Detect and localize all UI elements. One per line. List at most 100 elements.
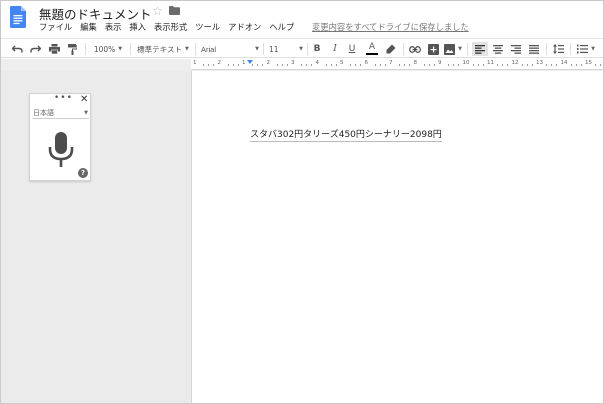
ruler-tick bbox=[531, 64, 533, 66]
toolbar-separator bbox=[403, 43, 404, 55]
text-color-bar bbox=[366, 53, 378, 55]
style-value: 標準テキスト bbox=[137, 44, 182, 54]
ruler-tick bbox=[433, 64, 435, 66]
paint-format-icon[interactable] bbox=[65, 42, 79, 56]
ruler-number: 4 bbox=[315, 60, 320, 66]
ruler-tick bbox=[306, 64, 307, 66]
text-color-letter: A bbox=[368, 42, 376, 52]
google-docs-logo-icon[interactable] bbox=[10, 6, 26, 28]
font-select[interactable]: Arial ▼ bbox=[201, 42, 259, 56]
underline-button[interactable]: U bbox=[346, 42, 358, 56]
document-body-text[interactable]: スタバ302円タリーズ450円シーナリー2098円 bbox=[250, 130, 442, 142]
ruler-tick bbox=[556, 64, 557, 66]
chevron-down-icon: ▼ bbox=[458, 46, 462, 52]
toolbar-separator bbox=[130, 43, 131, 55]
ruler-tick bbox=[208, 64, 209, 66]
bold-button[interactable]: B bbox=[311, 42, 323, 56]
menu-help[interactable]: ヘルプ bbox=[269, 21, 294, 35]
horizontal-ruler[interactable]: 1 2 1 2 3 4 5 6 7 8 9 10 11 12 13 14 15 bbox=[191, 59, 603, 70]
link-icon[interactable] bbox=[408, 42, 422, 56]
ruler-tick bbox=[237, 64, 239, 66]
undo-icon[interactable] bbox=[10, 42, 24, 56]
ruler-number: 3 bbox=[291, 60, 295, 66]
ruler-number: 2 bbox=[217, 60, 222, 66]
ruler-number: 6 bbox=[364, 60, 369, 66]
ruler-number: 12 bbox=[511, 60, 519, 66]
menu-addons[interactable]: アドオン bbox=[228, 21, 261, 35]
align-justify-icon[interactable] bbox=[527, 42, 541, 56]
ruler-tick bbox=[335, 64, 337, 66]
ruler-tick bbox=[595, 64, 596, 66]
save-status-link[interactable]: 変更内容をすべてドライブに保存しました bbox=[312, 21, 469, 33]
insert-comment-icon[interactable] bbox=[426, 42, 440, 56]
header: 無題のドキュメント ☆ ファイル 編集 表示 挿入 表示形式 ツール アドオン … bbox=[1, 1, 603, 37]
ruler-number: 2 bbox=[266, 60, 271, 66]
align-right-icon[interactable] bbox=[509, 42, 523, 56]
toolbar-separator bbox=[546, 43, 547, 55]
ruler-tick bbox=[472, 64, 474, 66]
ruler-tick bbox=[213, 64, 214, 66]
highlight-pen-icon[interactable] bbox=[384, 42, 398, 56]
ruler-tick bbox=[600, 64, 601, 66]
close-icon[interactable]: ✕ bbox=[80, 94, 88, 106]
ruler-tick bbox=[580, 64, 582, 66]
toolbar-separator bbox=[570, 43, 571, 55]
ruler-tick bbox=[262, 64, 263, 66]
insert-image-icon[interactable]: ▼ bbox=[443, 42, 463, 56]
zoom-value: 100% bbox=[93, 44, 116, 54]
ruler-tick bbox=[360, 64, 361, 66]
ruler-tick bbox=[409, 64, 410, 66]
menu-file[interactable]: ファイル bbox=[39, 21, 72, 35]
voice-typing-panel[interactable]: ••• ✕ 日本語 ▼ ? bbox=[29, 93, 91, 181]
ruler-number: 8 bbox=[413, 60, 418, 66]
ruler-number: 13 bbox=[536, 60, 543, 66]
toolbar-separator bbox=[85, 43, 86, 55]
ruler-tick bbox=[276, 64, 278, 66]
menu-tools[interactable]: ツール bbox=[195, 21, 220, 35]
ruler-tick bbox=[507, 64, 508, 66]
ruler-number: 10 bbox=[462, 60, 470, 66]
more-options-icon[interactable]: ••• bbox=[54, 93, 73, 103]
zoom-select[interactable]: 100% ▼ bbox=[91, 42, 125, 56]
align-center-icon[interactable] bbox=[491, 42, 505, 56]
folder-icon[interactable] bbox=[169, 6, 180, 15]
ruler-tick bbox=[301, 64, 302, 66]
menu-view[interactable]: 表示 bbox=[105, 21, 122, 35]
line-spacing-icon[interactable] bbox=[551, 42, 565, 56]
ruler-tick bbox=[458, 64, 459, 66]
menu-format[interactable]: 表示形式 bbox=[154, 21, 187, 35]
ruler-tick bbox=[482, 64, 484, 66]
help-icon[interactable]: ? bbox=[78, 168, 88, 178]
microphone-icon[interactable] bbox=[48, 132, 74, 168]
menu-insert[interactable]: 挿入 bbox=[129, 21, 146, 35]
numbered-list-icon[interactable]: ▼ bbox=[575, 42, 597, 56]
voice-panel-header[interactable]: ••• ✕ bbox=[30, 93, 92, 106]
ruler-number: 15 bbox=[585, 60, 592, 66]
ruler-tick bbox=[477, 64, 479, 66]
italic-button[interactable]: I bbox=[329, 42, 341, 56]
ruler-tick bbox=[448, 64, 449, 66]
redo-icon[interactable] bbox=[28, 42, 42, 56]
chevron-down-icon: ▼ bbox=[591, 46, 595, 52]
ruler-tick bbox=[252, 64, 253, 66]
text-color-button[interactable]: A bbox=[365, 42, 379, 56]
menu-edit[interactable]: 編集 bbox=[80, 21, 97, 35]
font-size-value: 11 bbox=[269, 44, 279, 54]
print-icon[interactable] bbox=[47, 42, 61, 56]
style-select[interactable]: 標準テキスト ▼ bbox=[136, 42, 190, 56]
ruler-tick bbox=[521, 64, 523, 66]
ruler-number: 9 bbox=[438, 60, 442, 66]
star-icon[interactable]: ☆ bbox=[152, 4, 163, 18]
language-select[interactable]: 日本語 ▼ bbox=[33, 108, 89, 119]
ruler-tick bbox=[497, 64, 498, 66]
ruler-tick bbox=[281, 64, 283, 66]
align-left-icon[interactable] bbox=[472, 42, 488, 56]
document-page[interactable]: スタバ302円タリーズ450円シーナリー2098円 bbox=[191, 71, 603, 403]
font-size-select[interactable]: 11 ▼ bbox=[269, 42, 303, 56]
chevron-down-icon: ▼ bbox=[84, 110, 88, 116]
ruler-number: 1 bbox=[242, 60, 246, 66]
font-value: Arial bbox=[201, 44, 217, 54]
ruler-tick bbox=[325, 64, 327, 66]
ruler-number: 11 bbox=[487, 60, 494, 66]
ruler-tick bbox=[232, 64, 234, 66]
